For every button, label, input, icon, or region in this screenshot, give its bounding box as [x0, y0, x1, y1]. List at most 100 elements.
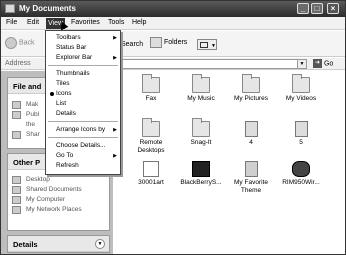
- task-label: Shar: [26, 131, 40, 138]
- maximize-button[interactable]: □: [311, 3, 323, 14]
- close-button[interactable]: ×: [327, 3, 339, 14]
- menu-item-label: Arrange Icons by: [56, 126, 106, 133]
- place-item-shared-documents[interactable]: Shared Documents: [8, 185, 109, 195]
- file-label: Fax: [145, 95, 157, 102]
- submenu-arrow-icon: ▶: [113, 153, 117, 159]
- submenu-arrow-icon: ▶: [113, 127, 117, 133]
- details-box: Details ▼: [7, 235, 110, 253]
- file-item[interactable]: BlackBerryS...: [179, 161, 223, 187]
- menu-item-label: Choose Details...: [56, 142, 106, 149]
- file-item[interactable]: Snag-It: [179, 118, 223, 147]
- minimize-button[interactable]: _: [297, 3, 309, 14]
- menu-item-label: Explorer Bar: [56, 54, 93, 61]
- menu-separator: [48, 121, 118, 122]
- place-item-desktop[interactable]: Desktop: [8, 175, 109, 185]
- menu-item-label: Go To: [56, 152, 74, 159]
- view-menu-details[interactable]: Details: [46, 109, 120, 119]
- view-menu-toolbars[interactable]: Toolbars ▶: [46, 33, 120, 43]
- view-menu-explorer-bar[interactable]: Explorer Bar ▶: [46, 53, 120, 63]
- go-label: Go: [323, 60, 334, 68]
- place-item-my-network-places[interactable]: My Network Places: [8, 205, 109, 215]
- address-input[interactable]: [119, 59, 299, 69]
- view-menu-tiles[interactable]: Tiles: [46, 79, 120, 89]
- file-label: Remote Desktops: [137, 139, 165, 154]
- menu-item-label: List: [56, 100, 67, 107]
- view-menu-refresh[interactable]: Refresh: [46, 161, 120, 171]
- go-arrow-icon: ➜: [313, 59, 322, 68]
- folders-icon: [150, 37, 162, 48]
- place-label: My Computer: [26, 196, 66, 203]
- file-item[interactable]: My Pictures: [229, 74, 273, 103]
- views-grid-icon: [200, 42, 208, 48]
- view-menu-list[interactable]: List: [46, 99, 120, 109]
- menu-item-label: Refresh: [56, 162, 79, 169]
- menu-separator: [48, 137, 118, 138]
- menu-item-label: Status Bar: [56, 44, 87, 51]
- document-icon: [244, 121, 258, 137]
- view-menu-choose-details[interactable]: Choose Details...: [46, 141, 120, 151]
- folder-icon: [142, 74, 160, 93]
- menu-item-label: Toolbars: [56, 34, 81, 41]
- submenu-arrow-icon: ▶: [113, 55, 117, 61]
- place-label: Desktop: [26, 176, 50, 183]
- share-icon: [12, 131, 21, 139]
- menu-file[interactable]: File: [6, 19, 17, 26]
- view-menu-icons[interactable]: Icons: [46, 89, 120, 99]
- title-bar: My Documents _ □ ×: [1, 1, 345, 17]
- view-menu-arrange-icons-by[interactable]: Arrange Icons by ▶: [46, 125, 120, 135]
- file-item[interactable]: My Favorite Theme: [229, 161, 273, 195]
- menu-favorites[interactable]: Favorites: [71, 19, 100, 26]
- file-label: Snag-It: [190, 139, 212, 146]
- document-icon: [294, 121, 308, 137]
- submenu-arrow-icon: ▶: [113, 35, 117, 41]
- address-dropdown-button[interactable]: ▼: [297, 59, 307, 69]
- file-item[interactable]: 30001art: [129, 161, 173, 187]
- file-list: Fax My Music My Pictures My Videos Remot…: [113, 71, 345, 254]
- file-label: 30001art: [138, 179, 164, 186]
- menu-edit[interactable]: Edit: [27, 19, 39, 26]
- computer-icon: [12, 196, 21, 204]
- file-item[interactable]: 5: [279, 121, 323, 147]
- back-label: Back: [18, 39, 35, 47]
- back-button[interactable]: Back: [5, 37, 35, 49]
- folder-icon: [142, 118, 160, 137]
- menu-item-label: Thumbnails: [56, 70, 90, 77]
- view-menu-go-to[interactable]: Go To ▶: [46, 151, 120, 161]
- file-item[interactable]: RIM950Wir...: [279, 161, 323, 187]
- view-menu-status-bar[interactable]: Status Bar: [46, 43, 120, 53]
- go-button[interactable]: ➜ Go: [313, 59, 333, 68]
- device-icon: [292, 161, 310, 177]
- file-label: 5: [299, 139, 303, 146]
- file-item[interactable]: 4: [229, 121, 273, 147]
- file-label: My Pictures: [234, 95, 268, 102]
- theme-icon: [244, 161, 258, 177]
- file-item[interactable]: My Music: [179, 74, 223, 103]
- folder-icon: [242, 74, 260, 93]
- menu-tools[interactable]: Tools: [108, 19, 124, 26]
- panel-title: Other P: [13, 158, 41, 167]
- menu-item-label: Details: [56, 110, 76, 117]
- chevron-down-icon: ▼: [211, 43, 216, 49]
- radio-bullet-icon: [50, 92, 54, 96]
- menu-help[interactable]: Help: [132, 19, 146, 26]
- folders-button[interactable]: Folders: [150, 37, 187, 48]
- new-folder-icon: [12, 101, 21, 109]
- view-menu-thumbnails[interactable]: Thumbnails: [46, 69, 120, 79]
- menu-bar: File Edit View Favorites Tools Help: [1, 17, 345, 30]
- file-item[interactable]: Fax: [129, 74, 173, 103]
- search-button[interactable]: Search: [121, 41, 143, 48]
- menu-item-label: Tiles: [56, 80, 70, 87]
- expand-icon[interactable]: ▼: [95, 239, 105, 249]
- place-item-my-computer[interactable]: My Computer: [8, 195, 109, 205]
- file-item[interactable]: My Videos: [279, 74, 323, 103]
- image-icon: [143, 161, 159, 177]
- details-header[interactable]: Details ▼: [8, 236, 109, 252]
- window-title: My Documents: [19, 4, 76, 13]
- task-label: Mak: [26, 101, 39, 108]
- task-label: Publ: [26, 111, 40, 118]
- folder-icon: [5, 4, 15, 13]
- place-label: My Network Places: [26, 206, 82, 213]
- publish-icon: [12, 111, 21, 119]
- file-item[interactable]: Remote Desktops: [129, 118, 173, 155]
- views-button[interactable]: ▼: [197, 39, 217, 50]
